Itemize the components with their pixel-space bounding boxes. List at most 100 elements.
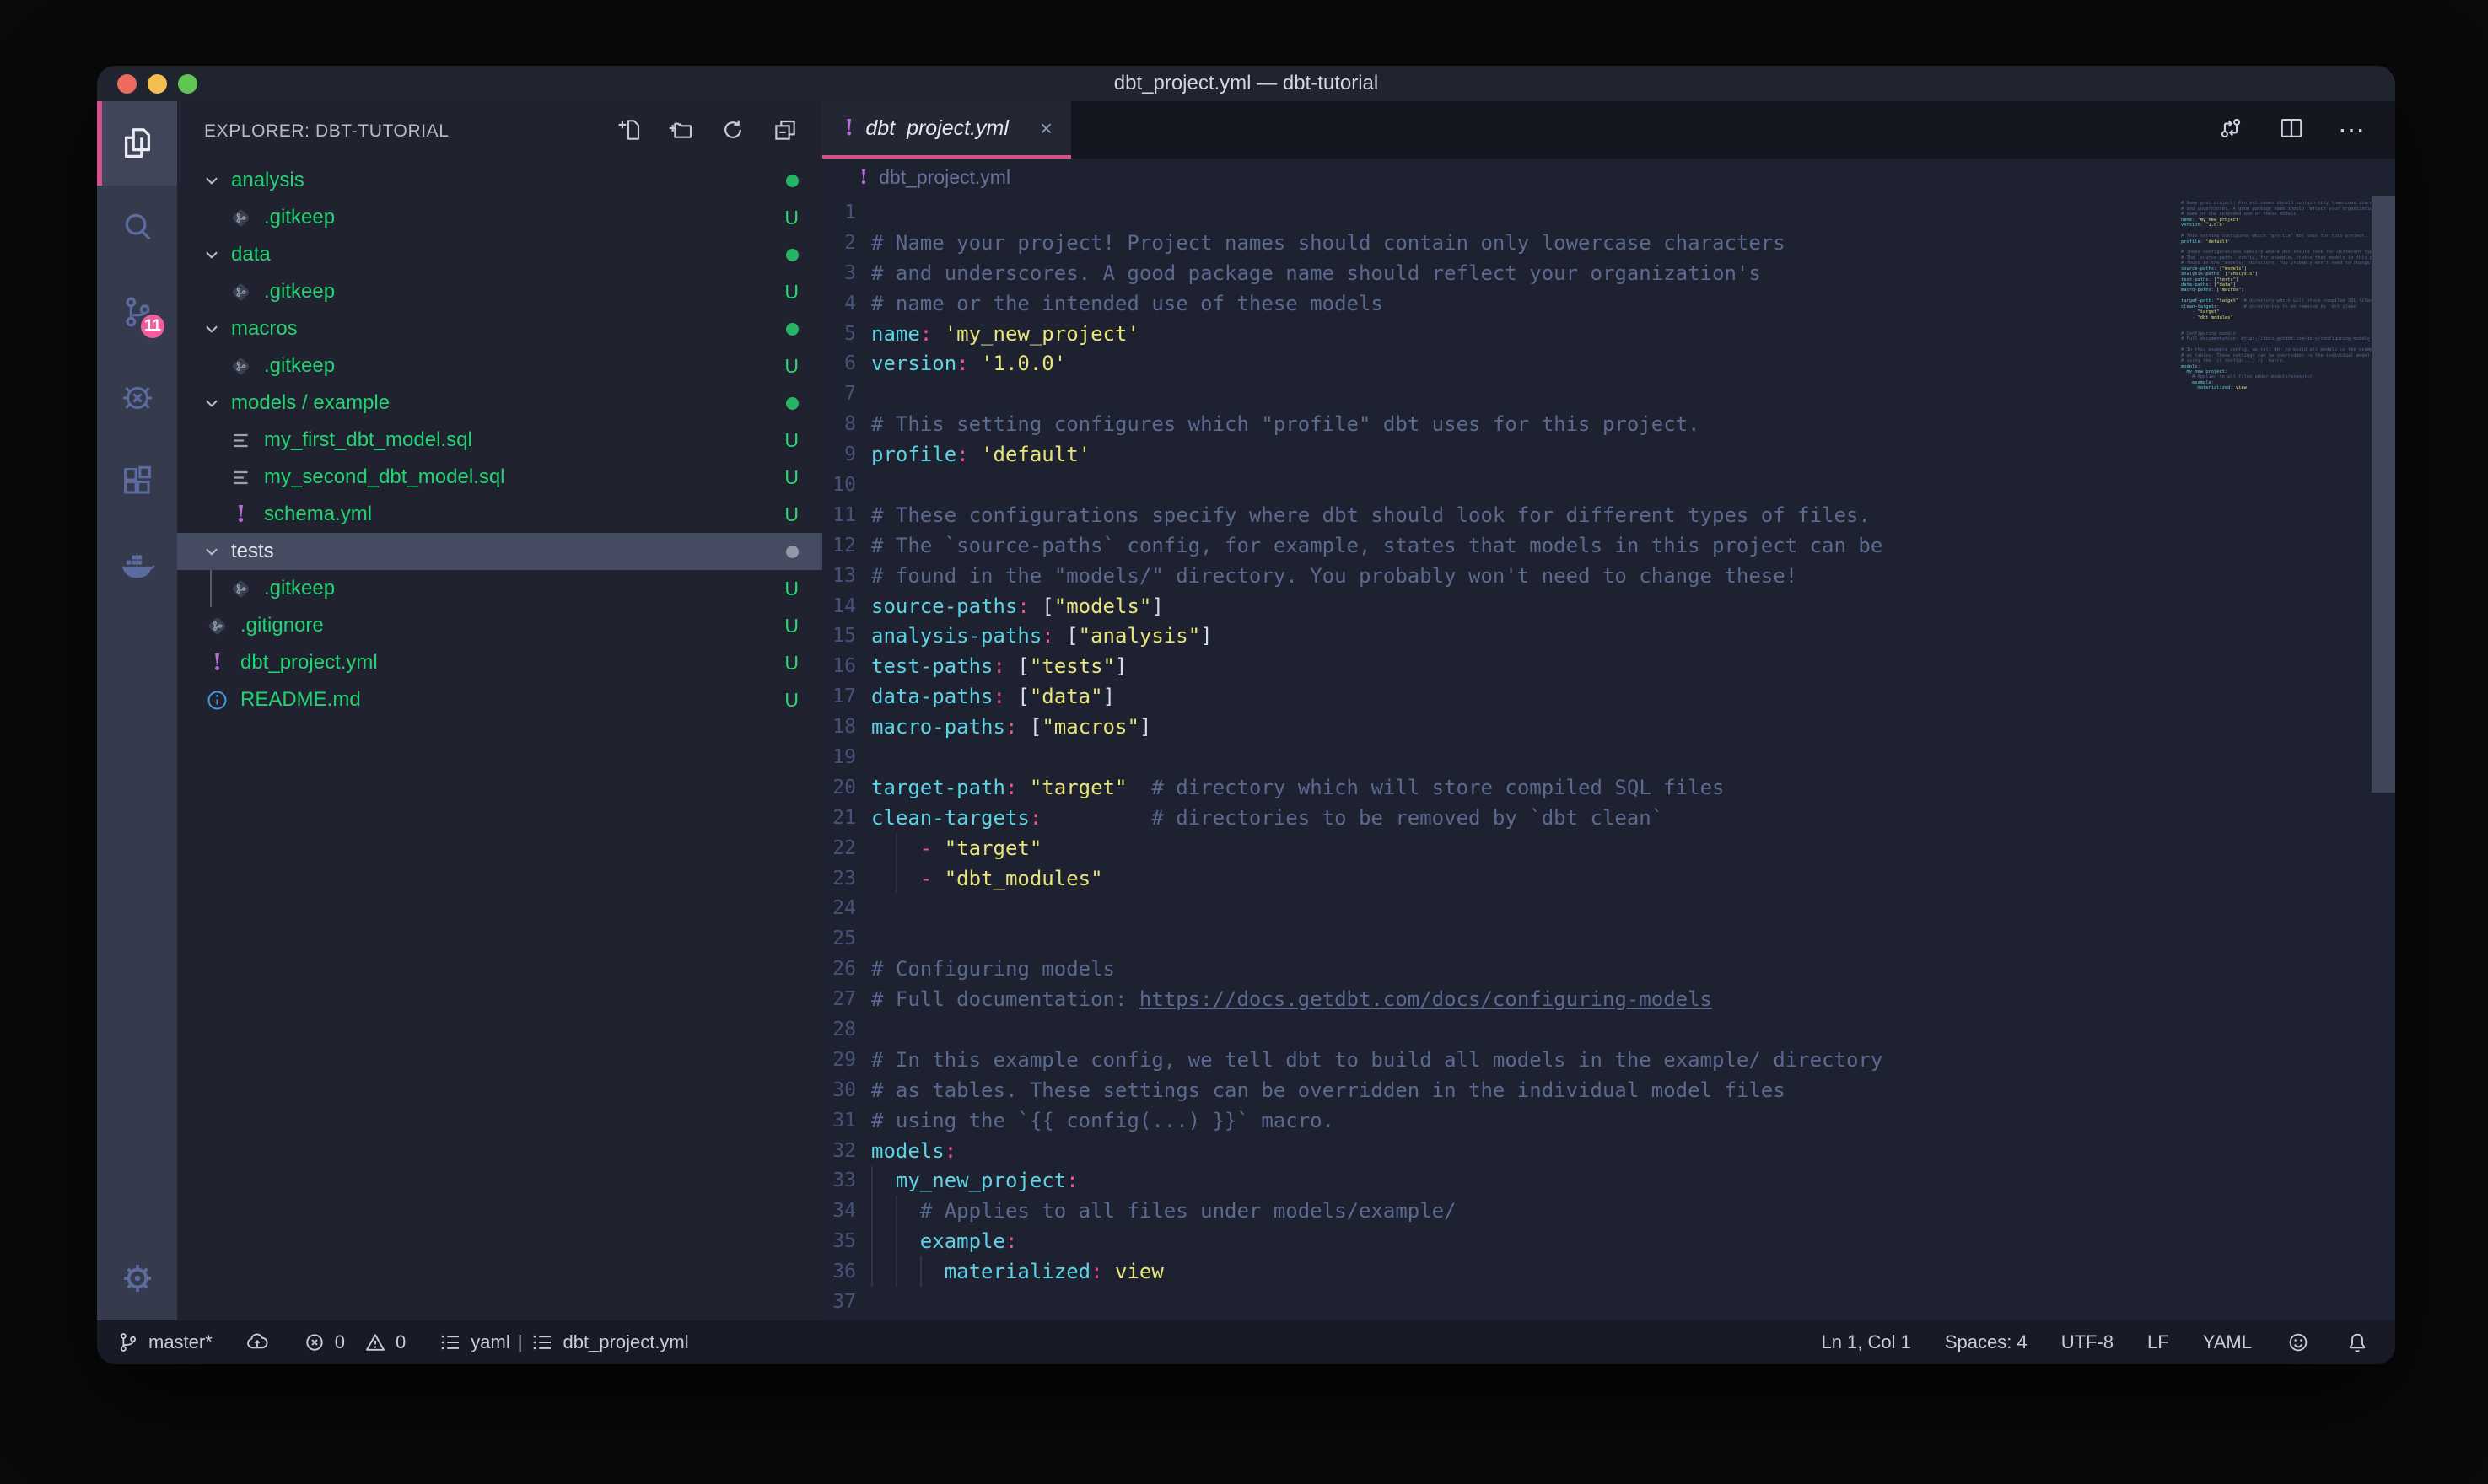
tree-folder-analysis[interactable]: analysis [177, 162, 822, 199]
collapse-all-icon[interactable] [772, 116, 799, 148]
new-file-icon[interactable] [615, 116, 642, 148]
tree-folder-macros[interactable]: macros [177, 310, 822, 347]
code-line-9[interactable]: 9profile: 'default' [822, 439, 2168, 470]
tree-folder-models-example[interactable]: models / example [177, 384, 822, 422]
code-line-2[interactable]: 2# Name your project! Project names shou… [822, 228, 2168, 258]
code-line-5[interactable]: 5name: 'my_new_project' [822, 319, 2168, 349]
code-line-16[interactable]: 16test-paths: ["tests"] [822, 651, 2168, 681]
tree-file-readme-md[interactable]: README.mdU [177, 681, 822, 718]
code-text: # The `source-paths` config, for example… [871, 530, 1882, 561]
tree-item-label: data [231, 243, 271, 266]
code-line-35[interactable]: 35 example: [822, 1226, 2168, 1256]
breadcrumb[interactable]: ! dbt_project.yml [822, 159, 2395, 196]
search-icon[interactable] [97, 186, 177, 270]
code-line-30[interactable]: 30# as tables. These settings can be ove… [822, 1075, 2168, 1105]
indent-guide [896, 1226, 897, 1256]
code-line-8[interactable]: 8# This setting configures which "profil… [822, 409, 2168, 439]
tree-file--gitkeep[interactable]: .gitkeepU [177, 199, 822, 236]
tree-file-my-second-dbt-model-sql[interactable]: my_second_dbt_model.sqlU [177, 459, 822, 496]
breadcrumb-file-label[interactable]: dbt_project.yml [879, 166, 1010, 189]
cursor-position-indicator[interactable]: Ln 1, Col 1 [1821, 1331, 1910, 1353]
docker-icon[interactable] [97, 523, 177, 607]
extensions-icon[interactable] [97, 438, 177, 523]
code-line-27[interactable]: 27# Full documentation: https://docs.get… [822, 984, 2168, 1014]
code-line-22[interactable]: 22 - "target" [822, 833, 2168, 863]
language-indicator-group[interactable]: yaml | dbt_project.yml [438, 1330, 688, 1355]
split-editor-icon[interactable] [2277, 114, 2306, 147]
code-editor[interactable]: 12# Name your project! Project names sho… [822, 196, 2395, 1320]
untracked-badge: U [784, 578, 799, 600]
tree-file--gitkeep[interactable]: .gitkeepU [177, 347, 822, 384]
tree-file--gitkeep[interactable]: .gitkeepU [177, 273, 822, 310]
code-line-11[interactable]: 11# These configurations specify where d… [822, 500, 2168, 530]
feedback-smiley-icon[interactable] [2286, 1330, 2311, 1355]
untracked-badge: U [784, 207, 799, 229]
encoding-indicator[interactable]: UTF-8 [2061, 1331, 2114, 1353]
debug-icon[interactable] [97, 354, 177, 438]
code-line-33[interactable]: 33 my_new_project: [822, 1166, 2168, 1196]
code-text: test-paths: ["tests"] [871, 651, 1127, 681]
tab-dbt-project-yml[interactable]: ! dbt_project.yml × [822, 101, 1071, 159]
code-line-37[interactable]: 37 [822, 1287, 2168, 1317]
new-folder-icon[interactable] [667, 116, 694, 148]
code-line-12[interactable]: 12# The `source-paths` config, for examp… [822, 530, 2168, 561]
tree-file--gitignore[interactable]: .gitignoreU [177, 607, 822, 644]
code-line-6[interactable]: 6version: '1.0.0' [822, 348, 2168, 379]
tree-file-my-first-dbt-model-sql[interactable]: my_first_dbt_model.sqlU [177, 422, 822, 459]
code-line-15[interactable]: 15analysis-paths: ["analysis"] [822, 621, 2168, 651]
code-line-10[interactable]: 10 [822, 470, 2168, 500]
title-bar[interactable]: dbt_project.yml — dbt-tutorial [97, 66, 2395, 101]
code-line-36[interactable]: 36 materialized: view [822, 1256, 2168, 1287]
code-line-29[interactable]: 29# In this example config, we tell dbt … [822, 1045, 2168, 1075]
tree-file-schema-yml[interactable]: !schema.ymlU [177, 496, 822, 533]
code-line-25[interactable]: 25 [822, 923, 2168, 954]
code-line-7[interactable]: 7 [822, 379, 2168, 409]
tree-file--gitkeep[interactable]: .gitkeepU [177, 570, 822, 607]
minimize-window-button[interactable] [148, 74, 167, 94]
source-control-icon[interactable]: 11 [97, 270, 177, 354]
scrollbar-thumb[interactable] [2372, 196, 2395, 793]
code-line-3[interactable]: 3# and underscores. A good package name … [822, 258, 2168, 288]
code-line-14[interactable]: 14source-paths: ["models"] [822, 591, 2168, 621]
code-line-13[interactable]: 13# found in the "models/" directory. Yo… [822, 561, 2168, 591]
code-line-18[interactable]: 18macro-paths: ["macros"] [822, 712, 2168, 742]
code-line-26[interactable]: 26# Configuring models [822, 954, 2168, 984]
tree-folder-data[interactable]: data [177, 236, 822, 273]
code-line-21[interactable]: 21clean-targets: # directories to be rem… [822, 803, 2168, 833]
code-text: profile: 'default' [871, 439, 1091, 470]
untracked-badge: U [784, 281, 799, 304]
indent-guide [896, 863, 897, 894]
code-line-32[interactable]: 32models: [822, 1136, 2168, 1166]
code-line-4[interactable]: 4# name or the intended use of these mod… [822, 288, 2168, 319]
code-line-28[interactable]: 28 [822, 1014, 2168, 1045]
eol-indicator[interactable]: LF [2147, 1331, 2169, 1353]
code-line-1[interactable]: 1 [822, 197, 2168, 228]
code-line-17[interactable]: 17data-paths: ["data"] [822, 681, 2168, 712]
code-line-19[interactable]: 19 [822, 742, 2168, 772]
zoom-window-button[interactable] [178, 74, 197, 94]
indentation-indicator[interactable]: Spaces: 4 [1945, 1331, 2028, 1353]
code-line-23[interactable]: 23 - "dbt_modules" [822, 863, 2168, 894]
git-branch-indicator[interactable]: master* [116, 1330, 213, 1355]
close-window-button[interactable] [117, 74, 137, 94]
refresh-icon[interactable] [719, 116, 746, 148]
minimap[interactable]: # Name your project! Project names shoul… [2181, 196, 2372, 396]
sync-changes-icon[interactable] [245, 1330, 270, 1355]
tree-indent-guide [210, 570, 212, 607]
language-mode-indicator[interactable]: YAML [2203, 1331, 2252, 1353]
code-line-34[interactable]: 34 # Applies to all files under models/e… [822, 1196, 2168, 1226]
code-line-20[interactable]: 20target-path: "target" # directory whic… [822, 772, 2168, 803]
open-changes-icon[interactable] [2216, 114, 2245, 147]
tree-folder-tests[interactable]: tests [177, 533, 822, 570]
line-number: 4 [822, 293, 856, 315]
problems-indicator[interactable]: 0 0 [302, 1330, 407, 1355]
git-file-icon [206, 615, 229, 637]
code-line-31[interactable]: 31# using the `{{ config(...) }}` macro. [822, 1105, 2168, 1136]
tab-close-icon[interactable]: × [1040, 116, 1053, 142]
settings-gear-icon[interactable] [97, 1236, 177, 1320]
code-line-24[interactable]: 24 [822, 893, 2168, 923]
tree-file-dbt-project-yml[interactable]: !dbt_project.ymlU [177, 644, 822, 681]
notifications-bell-icon[interactable] [2345, 1330, 2370, 1355]
explorer-icon[interactable] [97, 101, 177, 186]
code-text: example: [871, 1226, 1017, 1256]
